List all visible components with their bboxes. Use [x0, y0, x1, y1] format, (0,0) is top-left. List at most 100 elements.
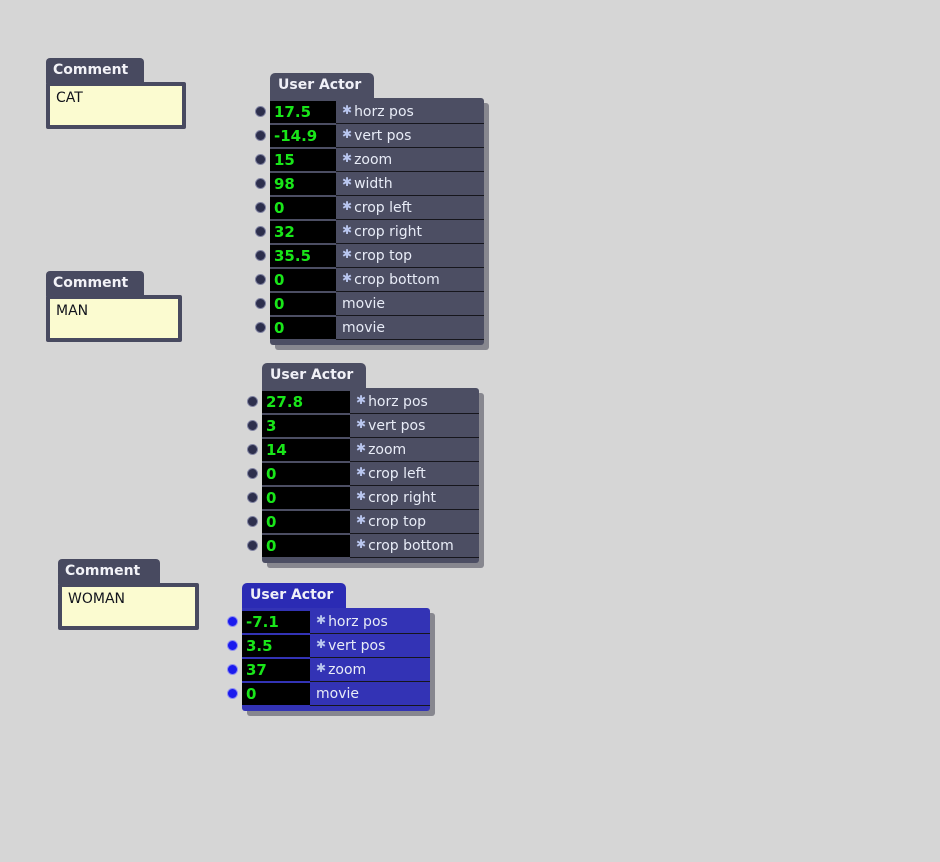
inlet-port-icon[interactable]	[255, 130, 266, 141]
user-actor-node[interactable]: User Actor 17.5 ✱ horz pos -14.9 ✱ vert pos 15 ✱…	[255, 73, 489, 350]
parameter-label: ✱ horz pos	[336, 101, 484, 124]
parameter-label: ✱ vert pos	[310, 635, 430, 658]
inlet-port-icon[interactable]	[247, 468, 258, 479]
comment-node[interactable]: Comment MAN	[46, 271, 182, 342]
parameter-value-field[interactable]: 0	[262, 463, 350, 485]
actor-parameter-list: 17.5 ✱ horz pos -14.9 ✱ vert pos 15 ✱ zoom 98 ✱ wid…	[255, 98, 484, 345]
parameter-row[interactable]: 0 ✱ crop right	[247, 486, 479, 510]
comment-body[interactable]: CAT	[46, 82, 186, 129]
parameter-label: ✱ horz pos	[310, 611, 430, 634]
parameter-row[interactable]: 0 movie	[227, 682, 430, 706]
parameter-name: horz pos	[354, 104, 414, 120]
parameter-value-field[interactable]: 0	[262, 487, 350, 509]
parameter-row[interactable]: 0 movie	[255, 292, 484, 316]
inlet-port-icon[interactable]	[255, 202, 266, 213]
parameter-value-field[interactable]: 14	[262, 439, 350, 461]
linked-asterisk-icon: ✱	[316, 661, 327, 675]
parameter-row[interactable]: 0 ✱ crop top	[247, 510, 479, 534]
linked-asterisk-icon: ✱	[356, 393, 367, 407]
inlet-port-icon[interactable]	[255, 154, 266, 165]
parameter-row[interactable]: -7.1 ✱ horz pos	[227, 610, 430, 634]
parameter-name: zoom	[368, 442, 407, 458]
parameter-row[interactable]: 37 ✱ zoom	[227, 658, 430, 682]
parameter-row[interactable]: 14 ✱ zoom	[247, 438, 479, 462]
parameter-row[interactable]: 0 ✱ crop left	[247, 462, 479, 486]
actor-titlebar[interactable]: User Actor	[270, 73, 374, 98]
parameter-value-field[interactable]: 0	[270, 197, 336, 219]
parameter-name: crop left	[354, 200, 412, 216]
inlet-port-icon[interactable]	[255, 106, 266, 117]
inlet-port-icon[interactable]	[255, 226, 266, 237]
parameter-value-field[interactable]: 3	[262, 415, 350, 437]
parameter-row[interactable]: 35.5 ✱ crop top	[255, 244, 484, 268]
parameter-row[interactable]: -14.9 ✱ vert pos	[255, 124, 484, 148]
parameter-label: movie	[310, 683, 430, 706]
parameter-value-field[interactable]: 15	[270, 149, 336, 171]
comment-node[interactable]: Comment CAT	[46, 58, 186, 129]
parameter-value-field[interactable]: -14.9	[270, 125, 336, 147]
parameter-row[interactable]: 0 ✱ crop left	[255, 196, 484, 220]
parameter-row[interactable]: 15 ✱ zoom	[255, 148, 484, 172]
comment-body[interactable]: MAN	[46, 295, 182, 342]
actor-titlebar[interactable]: User Actor	[242, 583, 346, 608]
inlet-port-icon[interactable]	[255, 322, 266, 333]
parameter-value-field[interactable]: 37	[242, 659, 310, 681]
comment-body[interactable]: WOMAN	[58, 583, 199, 630]
linked-asterisk-icon: ✱	[356, 537, 367, 551]
parameter-label: ✱ zoom	[336, 149, 484, 172]
inlet-port-icon[interactable]	[247, 396, 258, 407]
parameter-label: movie	[336, 317, 484, 340]
parameter-value-field[interactable]: 0	[262, 535, 350, 557]
inlet-port-icon[interactable]	[227, 664, 238, 675]
parameter-row[interactable]: 17.5 ✱ horz pos	[255, 100, 484, 124]
inlet-port-icon[interactable]	[247, 420, 258, 431]
parameter-row[interactable]: 3.5 ✱ vert pos	[227, 634, 430, 658]
comment-titlebar[interactable]: Comment	[46, 58, 144, 83]
inlet-port-icon[interactable]	[255, 274, 266, 285]
inlet-port-icon[interactable]	[247, 540, 258, 551]
linked-asterisk-icon: ✱	[342, 103, 353, 117]
parameter-value-field[interactable]: 98	[270, 173, 336, 195]
comment-titlebar[interactable]: Comment	[46, 271, 144, 296]
inlet-port-icon[interactable]	[247, 516, 258, 527]
inlet-port-icon[interactable]	[255, 298, 266, 309]
parameter-row[interactable]: 0 movie	[255, 316, 484, 340]
parameter-value-field[interactable]: 0	[270, 293, 336, 315]
parameter-label: ✱ width	[336, 173, 484, 196]
actor-parameter-list: 27.8 ✱ horz pos 3 ✱ vert pos 14 ✱ zoom 0 ✱ crop lef…	[247, 388, 479, 563]
parameter-row[interactable]: 32 ✱ crop right	[255, 220, 484, 244]
parameter-value-field[interactable]: 32	[270, 221, 336, 243]
parameter-row[interactable]: 0 ✱ crop bottom	[247, 534, 479, 558]
inlet-port-icon[interactable]	[247, 444, 258, 455]
parameter-label: ✱ zoom	[310, 659, 430, 682]
parameter-value-field[interactable]: -7.1	[242, 611, 310, 633]
comment-titlebar[interactable]: Comment	[58, 559, 160, 584]
parameter-label: ✱ vert pos	[350, 415, 479, 438]
parameter-value-field[interactable]: 0	[262, 511, 350, 533]
actor-titlebar[interactable]: User Actor	[262, 363, 366, 388]
parameter-value-field[interactable]: 3.5	[242, 635, 310, 657]
parameter-value-field[interactable]: 0	[270, 269, 336, 291]
parameter-value-field[interactable]: 27.8	[262, 391, 350, 413]
inlet-port-icon[interactable]	[255, 250, 266, 261]
parameter-value-field[interactable]: 35.5	[270, 245, 336, 267]
parameter-row[interactable]: 0 ✱ crop bottom	[255, 268, 484, 292]
linked-asterisk-icon: ✱	[356, 417, 367, 431]
inlet-port-icon[interactable]	[227, 640, 238, 651]
parameter-row[interactable]: 3 ✱ vert pos	[247, 414, 479, 438]
comment-node[interactable]: Comment WOMAN	[58, 559, 199, 630]
parameter-row[interactable]: 27.8 ✱ horz pos	[247, 390, 479, 414]
inlet-port-icon[interactable]	[227, 688, 238, 699]
inlet-port-icon[interactable]	[255, 178, 266, 189]
parameter-value-field[interactable]: 0	[242, 683, 310, 705]
patch-canvas[interactable]: Comment CAT Comment MAN Comment WOMAN User Act…	[0, 0, 940, 862]
inlet-port-icon[interactable]	[247, 492, 258, 503]
parameter-row[interactable]: 98 ✱ width	[255, 172, 484, 196]
linked-asterisk-icon: ✱	[342, 127, 353, 141]
user-actor-node[interactable]: User Actor -7.1 ✱ horz pos 3.5 ✱ vert pos 37 ✱ zo…	[227, 583, 435, 716]
parameter-value-field[interactable]: 0	[270, 317, 336, 339]
parameter-value-field[interactable]: 17.5	[270, 101, 336, 123]
linked-asterisk-icon: ✱	[356, 489, 367, 503]
user-actor-node[interactable]: User Actor 27.8 ✱ horz pos 3 ✱ vert pos 14 ✱ zoom…	[247, 363, 484, 568]
inlet-port-icon[interactable]	[227, 616, 238, 627]
